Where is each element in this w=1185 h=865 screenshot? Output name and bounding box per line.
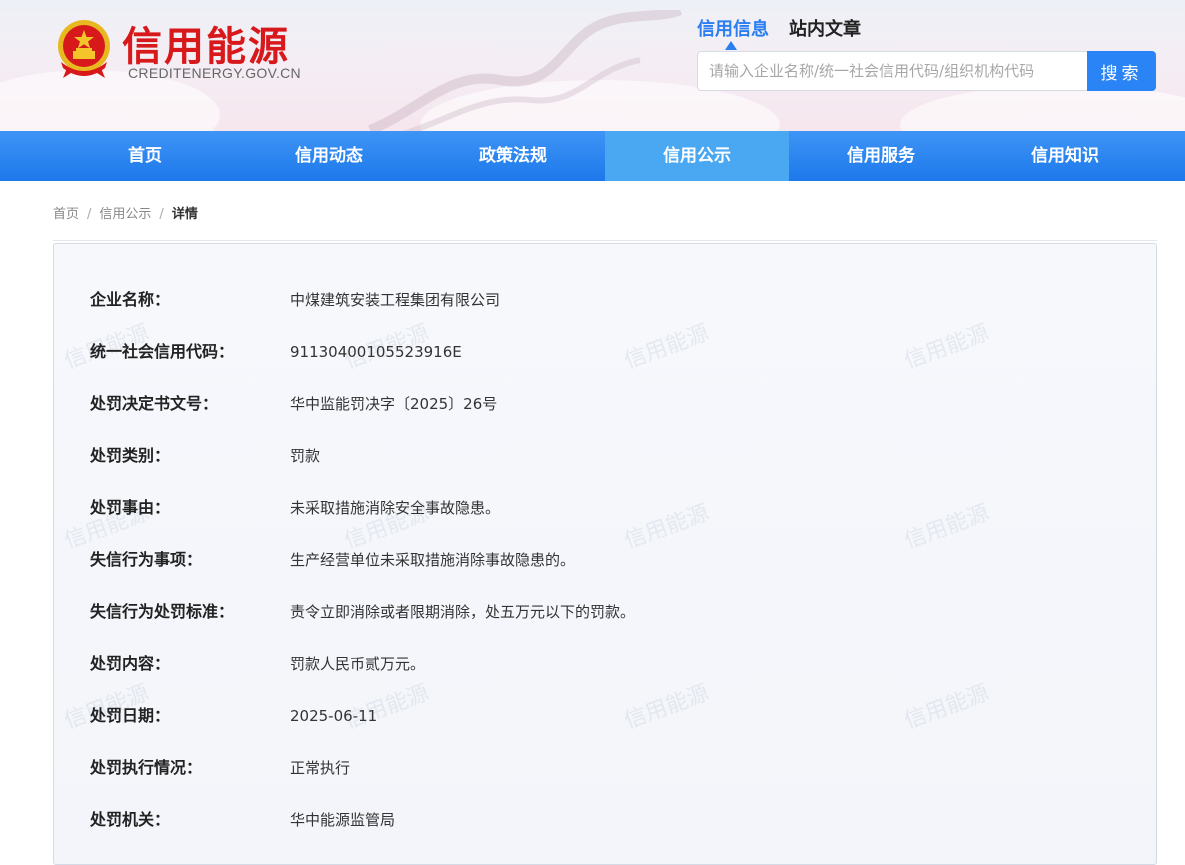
detail-value: 罚款 xyxy=(290,447,321,465)
detail-label: 处罚类别： xyxy=(90,446,171,465)
breadcrumb-separator: / xyxy=(159,207,164,222)
detail-value: 2025-06-11 xyxy=(290,707,378,725)
search-input[interactable] xyxy=(697,51,1094,91)
detail-label: 处罚事由： xyxy=(90,498,171,517)
detail-label: 失信行为处罚标准： xyxy=(90,602,235,621)
watermark: 信用能源 xyxy=(901,320,993,375)
detail-row-company-name: 企业名称： 中煤建筑安装工程集团有限公司 xyxy=(90,288,500,312)
nav-item-credit-service[interactable]: 信用服务 xyxy=(789,131,973,181)
detail-row-penalty-reason: 处罚事由： 未采取措施消除安全事故隐患。 xyxy=(90,496,500,520)
breadcrumb: 首页 / 信用公示 / 详情 xyxy=(53,203,198,222)
detail-row-penalty-standard: 失信行为处罚标准： 责令立即消除或者限期消除，处五万元以下的罚款。 xyxy=(90,600,635,624)
active-tab-caret-icon xyxy=(725,41,737,50)
watermark: 信用能源 xyxy=(901,680,993,735)
breadcrumb-separator: / xyxy=(87,207,92,222)
cloud-decoration xyxy=(900,85,1185,131)
breadcrumb-publicity-link[interactable]: 信用公示 xyxy=(99,207,151,222)
nav-item-home[interactable]: 首页 xyxy=(53,131,237,181)
nav-item-credit-knowledge[interactable]: 信用知识 xyxy=(973,131,1157,181)
search-tab-credit-info[interactable]: 信用信息 xyxy=(697,15,769,41)
watermark: 信用能源 xyxy=(901,500,993,555)
great-wall-illustration xyxy=(368,10,683,131)
detail-label: 处罚执行情况： xyxy=(90,758,203,777)
site-name: 信用能源 xyxy=(122,24,290,70)
detail-value: 91130400105523916E xyxy=(290,343,462,361)
detail-row-credit-code: 统一社会信用代码： 91130400105523916E xyxy=(90,340,462,364)
detail-row-penalty-type: 处罚类别： 罚款 xyxy=(90,444,320,468)
detail-row-penalty-content: 处罚内容： 罚款人民币贰万元。 xyxy=(90,652,425,676)
nav-item-credit-publicity[interactable]: 信用公示 xyxy=(605,131,789,181)
site-domain: CREDITENERGY.GOV.CN xyxy=(128,65,301,81)
detail-row-penalty-authority: 处罚机关： 华中能源监管局 xyxy=(90,808,395,832)
detail-value: 中煤建筑安装工程集团有限公司 xyxy=(290,291,501,309)
detail-row-execution-status: 处罚执行情况： 正常执行 xyxy=(90,756,350,780)
breadcrumb-home-link[interactable]: 首页 xyxy=(53,207,79,222)
detail-value: 华中监能罚决字〔2025〕26号 xyxy=(290,395,498,413)
detail-value: 未采取措施消除安全事故隐患。 xyxy=(290,499,501,517)
breadcrumb-divider xyxy=(53,240,1157,241)
detail-label: 统一社会信用代码： xyxy=(90,342,235,361)
detail-row-dishonest-matter: 失信行为事项： 生产经营单位未采取措施消除事故隐患的。 xyxy=(90,548,575,572)
search-tab-site-articles[interactable]: 站内文章 xyxy=(789,15,861,41)
watermark: 信用能源 xyxy=(621,680,713,735)
detail-label: 企业名称： xyxy=(90,290,171,309)
nav-item-policy[interactable]: 政策法规 xyxy=(421,131,605,181)
main-nav: 首页 信用动态 政策法规 信用公示 信用服务 信用知识 xyxy=(0,131,1185,181)
detail-label: 处罚机关： xyxy=(90,810,171,829)
detail-row-decision-number: 处罚决定书文号： 华中监能罚决字〔2025〕26号 xyxy=(90,392,497,416)
detail-label: 处罚日期： xyxy=(90,706,171,725)
breadcrumb-current: 详情 xyxy=(171,207,198,222)
detail-panel: 信用能源 信用能源 信用能源 信用能源 信用能源 信用能源 信用能源 信用能源 … xyxy=(53,243,1157,865)
site-header: 信用能源 CREDITENERGY.GOV.CN 信用信息 站内文章 搜索 xyxy=(0,0,1185,131)
detail-value: 华中能源监管局 xyxy=(290,811,396,829)
national-emblem-icon xyxy=(58,20,110,78)
detail-value: 罚款人民币贰万元。 xyxy=(290,655,426,673)
watermark: 信用能源 xyxy=(621,500,713,555)
detail-label: 处罚决定书文号： xyxy=(90,394,219,413)
detail-label: 处罚内容： xyxy=(90,654,171,673)
watermark: 信用能源 xyxy=(621,320,713,375)
detail-value: 生产经营单位未采取措施消除事故隐患的。 xyxy=(290,551,576,569)
detail-value: 责令立即消除或者限期消除，处五万元以下的罚款。 xyxy=(290,603,636,621)
search-button[interactable]: 搜索 xyxy=(1087,51,1156,91)
nav-item-credit-news[interactable]: 信用动态 xyxy=(237,131,421,181)
detail-label: 失信行为事项： xyxy=(90,550,203,569)
detail-row-penalty-date: 处罚日期： 2025-06-11 xyxy=(90,704,377,728)
detail-value: 正常执行 xyxy=(290,759,351,777)
